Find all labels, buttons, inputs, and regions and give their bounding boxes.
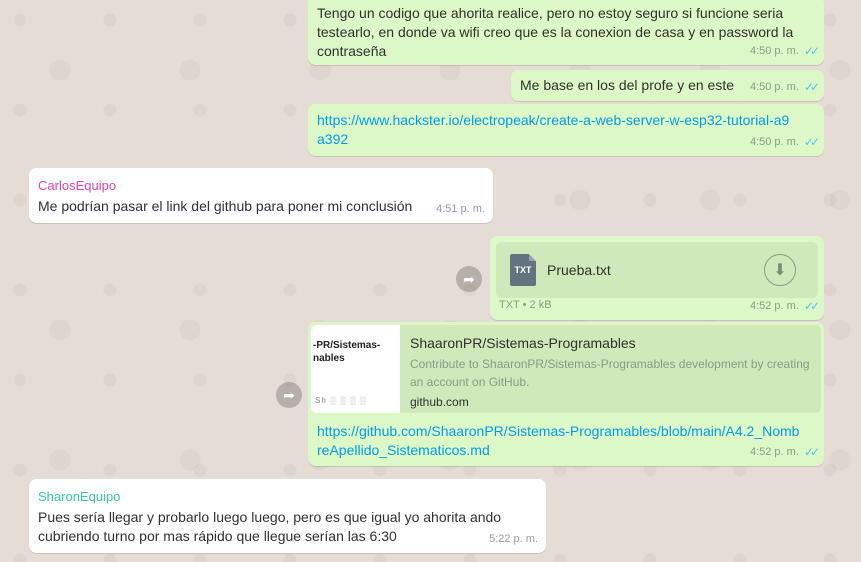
txt-file-icon: TXT: [510, 254, 536, 286]
message-link[interactable]: https://github.com/ShaaronPR/Sistemas-Pr…: [308, 417, 824, 460]
message-meta: 4:50 p. m. ✓✓: [749, 133, 820, 152]
sender-name[interactable]: CarlosEquipo: [29, 168, 493, 193]
thumbnail-text: nables: [313, 353, 345, 364]
double-check-icon: ✓✓: [803, 44, 820, 58]
thumbnail-text: -PR/Sistemas-: [313, 340, 381, 351]
preview-domain: github.com: [410, 395, 469, 409]
preview-thumbnail: -PR/Sistemas- nables Sh ░ ░ ░ ░: [311, 325, 400, 413]
double-check-icon: ✓✓: [803, 299, 820, 313]
sender-name[interactable]: SharonEquipo: [29, 479, 546, 504]
message-time: 4:50 p. m.: [749, 81, 799, 93]
message-time: 4:52 p. m.: [749, 300, 799, 312]
message-link[interactable]: https://www.hackster.io/electropeak/crea…: [308, 104, 824, 149]
message-time: 4:52 p. m.: [749, 446, 799, 458]
double-check-icon: ✓✓: [803, 445, 820, 459]
message-time: 5:22 p. m.: [489, 533, 538, 545]
double-check-icon: ✓✓: [803, 135, 820, 149]
forward-icon[interactable]: ➦: [456, 266, 482, 292]
message-meta: 4:50 p. m. ✓✓: [749, 78, 820, 97]
message-time: 4:50 p. m.: [749, 45, 799, 57]
preview-description: Contribute to ShaaronPR/Sistemas-Program…: [410, 357, 810, 389]
file-info: TXT • 2 kB: [499, 299, 552, 311]
forward-icon[interactable]: ➦: [276, 382, 302, 408]
outgoing-message[interactable]: Me base en los del profe y en este 4:50 …: [511, 70, 824, 101]
message-text: Pues sería llegar y probarlo luego luego…: [38, 509, 502, 544]
outgoing-message[interactable]: https://www.hackster.io/electropeak/crea…: [308, 104, 824, 156]
message-text: Me podrían pasar el link del github para…: [38, 198, 413, 214]
file-name: Prueba.txt: [547, 261, 611, 278]
message-time: 4:51 p. m.: [436, 203, 485, 215]
outgoing-file-message[interactable]: TXT Prueba.txt ⬇ TXT • 2 kB 4:52 p. m. ✓…: [490, 236, 824, 320]
message-time: 4:50 p. m.: [749, 136, 799, 148]
double-check-icon: ✓✓: [803, 80, 820, 94]
download-icon[interactable]: ⬇: [764, 254, 796, 286]
message-meta: 4:51 p. m.: [436, 200, 485, 219]
message-meta: 4:52 p. m. ✓✓: [749, 297, 820, 316]
incoming-message[interactable]: CarlosEquipo Me podrían pasar el link de…: [29, 168, 493, 223]
outgoing-message[interactable]: Tengo un codigo que ahorita realice, per…: [308, 0, 824, 65]
file-attachment[interactable]: TXT Prueba.txt ⬇: [496, 242, 818, 298]
message-text: Tengo un codigo que ahorita realice, per…: [317, 5, 794, 59]
incoming-message[interactable]: SharonEquipo Pues sería llegar y probarl…: [29, 479, 546, 553]
preview-title: ShaaronPR/Sistemas-Programables: [410, 335, 636, 351]
link-preview[interactable]: -PR/Sistemas- nables Sh ░ ░ ░ ░ ShaaronP…: [311, 325, 821, 413]
outgoing-link-message[interactable]: -PR/Sistemas- nables Sh ░ ░ ░ ░ ShaaronP…: [308, 322, 824, 466]
message-meta: 4:52 p. m. ✓✓: [749, 443, 820, 462]
message-meta: 5:22 p. m.: [489, 530, 538, 549]
message-meta: 4:50 p. m. ✓✓: [749, 42, 820, 61]
thumbnail-footer: Sh ░ ░ ░ ░: [315, 396, 367, 405]
